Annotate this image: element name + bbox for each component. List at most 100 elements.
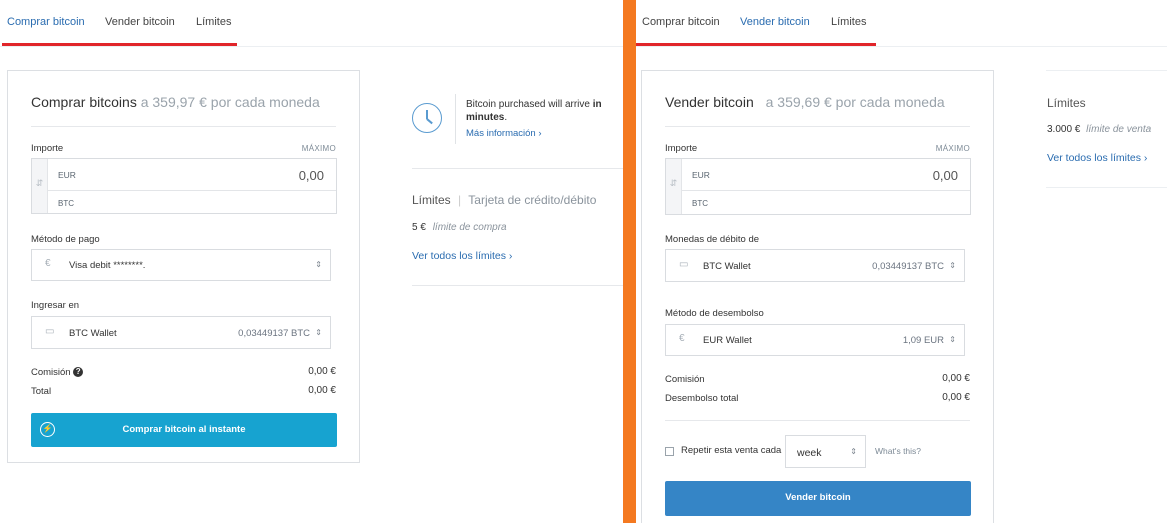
- repeat-frequency-select[interactable]: week ⇕: [785, 435, 866, 468]
- card-title: Vender bitcoin a 359,69 € por cada moned…: [665, 94, 945, 110]
- arrival-period: .: [504, 112, 508, 123]
- price-per-coin: a 359,97 € por cada moneda: [140, 94, 320, 110]
- select-arrows-icon: ⇕: [850, 447, 857, 456]
- sell-button[interactable]: Vender bitcoin: [665, 481, 971, 516]
- swap-currency-icon[interactable]: ⇵: [666, 159, 682, 214]
- divider: [665, 126, 970, 127]
- amount-input-box[interactable]: ⇵ EUR 0,00 BTC: [31, 158, 337, 214]
- currency-eur: EUR: [692, 170, 710, 180]
- screenshot-divider: [623, 0, 636, 523]
- divider: [1046, 187, 1167, 188]
- arrival-text-2: will arrive: [545, 99, 593, 110]
- limits-title: Límites: [412, 193, 451, 207]
- divider: [665, 420, 970, 421]
- more-info-link[interactable]: Más información ›: [466, 128, 542, 139]
- amount-input-box[interactable]: ⇵ EUR 0,00 BTC: [665, 158, 971, 215]
- total-value: 0,00 €: [308, 385, 336, 396]
- debit-wallet-select[interactable]: ▭ BTC Wallet 0,03449137 BTC ⇕: [665, 249, 965, 282]
- price-per-coin: a 359,69 € por cada moneda: [765, 94, 945, 110]
- deposit-wallet-select[interactable]: ▭ BTC Wallet 0,03449137 BTC ⇕: [31, 316, 331, 349]
- swap-currency-icon[interactable]: ⇵: [32, 159, 48, 213]
- limit-row: 5 € límite de compra: [412, 222, 507, 233]
- select-arrows-icon: ⇕: [949, 261, 956, 270]
- payout-total-label: Desembolso total: [665, 393, 739, 404]
- select-arrows-icon: ⇕: [315, 260, 322, 269]
- amount-input[interactable]: 0,00: [933, 168, 958, 183]
- fee-value: 0,00 €: [942, 373, 970, 384]
- tabs-divider: [636, 46, 1167, 47]
- buy-instant-button[interactable]: ⚡ Comprar bitcoin al instante: [31, 413, 337, 447]
- amount-input[interactable]: 0,00: [299, 168, 324, 183]
- divider: [412, 168, 623, 169]
- max-button[interactable]: MÁXIMO: [302, 144, 336, 153]
- repeat-checkbox[interactable]: [665, 447, 674, 456]
- info-divider: [455, 94, 456, 144]
- amount-label: Importe: [665, 143, 698, 154]
- deposit-to-label: Ingresar en: [31, 300, 80, 311]
- sell-card: Vender bitcoin a 359,69 € por cada moned…: [641, 70, 994, 523]
- repeat-frequency-value: week: [797, 447, 822, 459]
- card-title: Comprar bitcoins a 359,97 € por cada mon…: [31, 94, 320, 110]
- limits-heading: Límites | Tarjeta de crédito/débito: [412, 193, 597, 207]
- deposit-wallet-balance: 0,03449137 BTC: [238, 328, 310, 339]
- lightning-icon: ⚡: [40, 422, 55, 437]
- payout-total-value: 0,00 €: [942, 392, 970, 403]
- limits-title: Límites: [1047, 96, 1086, 110]
- divider: [412, 285, 623, 286]
- view-all-limits-link[interactable]: Ver todos los límites ›: [1047, 152, 1147, 164]
- tab-vender-bitcoin[interactable]: Vender bitcoin: [740, 16, 810, 28]
- sell-button-label: Vender bitcoin: [785, 492, 851, 503]
- payment-method-label: Método de pago: [31, 234, 100, 245]
- whats-this-link[interactable]: What's this?: [875, 446, 921, 456]
- select-arrows-icon: ⇕: [315, 328, 322, 337]
- limit-description: límite de compra: [432, 222, 507, 233]
- wallet-folder-icon: ▭: [679, 259, 689, 270]
- arrival-bold-in: in: [592, 99, 602, 110]
- payout-method-select[interactable]: € EUR Wallet 1,09 EUR ⇕: [665, 324, 965, 356]
- limit-amount: 5 €: [412, 222, 426, 233]
- view-all-limits-link[interactable]: Ver todos los límites ›: [412, 250, 512, 262]
- currency-btc[interactable]: BTC: [58, 199, 74, 208]
- amount-row-eur[interactable]: EUR 0,00: [48, 159, 336, 191]
- card-title-text: Comprar bitcoins: [31, 94, 137, 110]
- currency-btc[interactable]: BTC: [692, 199, 708, 208]
- buy-instant-button-label: Comprar bitcoin al instante: [122, 424, 246, 435]
- divider: [1046, 70, 1167, 71]
- deposit-wallet-value: BTC Wallet: [69, 328, 117, 339]
- tab-comprar-bitcoin[interactable]: Comprar bitcoin: [7, 16, 85, 28]
- repeat-label: Repetir esta venta cada: [681, 445, 782, 456]
- tab-vender-bitcoin[interactable]: Vender bitcoin: [105, 16, 175, 28]
- fee-label-text: Comisión: [31, 367, 71, 378]
- currency-eur: EUR: [58, 170, 76, 180]
- limits-method: Tarjeta de crédito/débito: [468, 193, 597, 207]
- tab-limites[interactable]: Límites: [831, 16, 866, 28]
- fee-value: 0,00 €: [308, 366, 336, 377]
- debit-wallet-value: BTC Wallet: [703, 261, 751, 272]
- buy-card: Comprar bitcoins a 359,97 € por cada mon…: [7, 70, 360, 463]
- clock-icon: [412, 103, 442, 133]
- fee-label: Comisión ?: [31, 367, 84, 378]
- amount-row-eur[interactable]: EUR 0,00: [682, 159, 970, 191]
- wallet-folder-icon: ▭: [45, 326, 55, 337]
- debit-wallet-balance: 0,03449137 BTC: [872, 261, 944, 272]
- payment-method-value: Visa debit ********.: [69, 260, 146, 271]
- limit-amount: 3.000 €: [1047, 124, 1081, 135]
- debit-from-label: Monedas de débito de: [665, 234, 760, 245]
- divider: [31, 126, 336, 127]
- payout-method-value: EUR Wallet: [703, 335, 752, 346]
- euro-coin-icon: €: [45, 258, 51, 269]
- limit-description: límite de venta: [1086, 124, 1152, 135]
- select-arrows-icon: ⇕: [949, 335, 956, 344]
- tab-comprar-bitcoin[interactable]: Comprar bitcoin: [642, 16, 720, 28]
- max-button[interactable]: MÁXIMO: [936, 144, 970, 153]
- help-question-icon[interactable]: ?: [73, 367, 84, 378]
- fee-label: Comisión: [665, 374, 705, 385]
- arrival-text-1: Bitcoin purchased: [466, 99, 546, 110]
- amount-label: Importe: [31, 143, 64, 154]
- tabs-divider: [0, 46, 623, 47]
- payment-method-select[interactable]: € Visa debit ********. ⇕: [31, 249, 331, 281]
- limit-row: 3.000 € límite de venta: [1047, 124, 1151, 135]
- arrival-bold-minutes: minutes: [466, 112, 505, 123]
- tab-limites[interactable]: Límites: [196, 16, 231, 28]
- payout-method-balance: 1,09 EUR: [902, 335, 944, 346]
